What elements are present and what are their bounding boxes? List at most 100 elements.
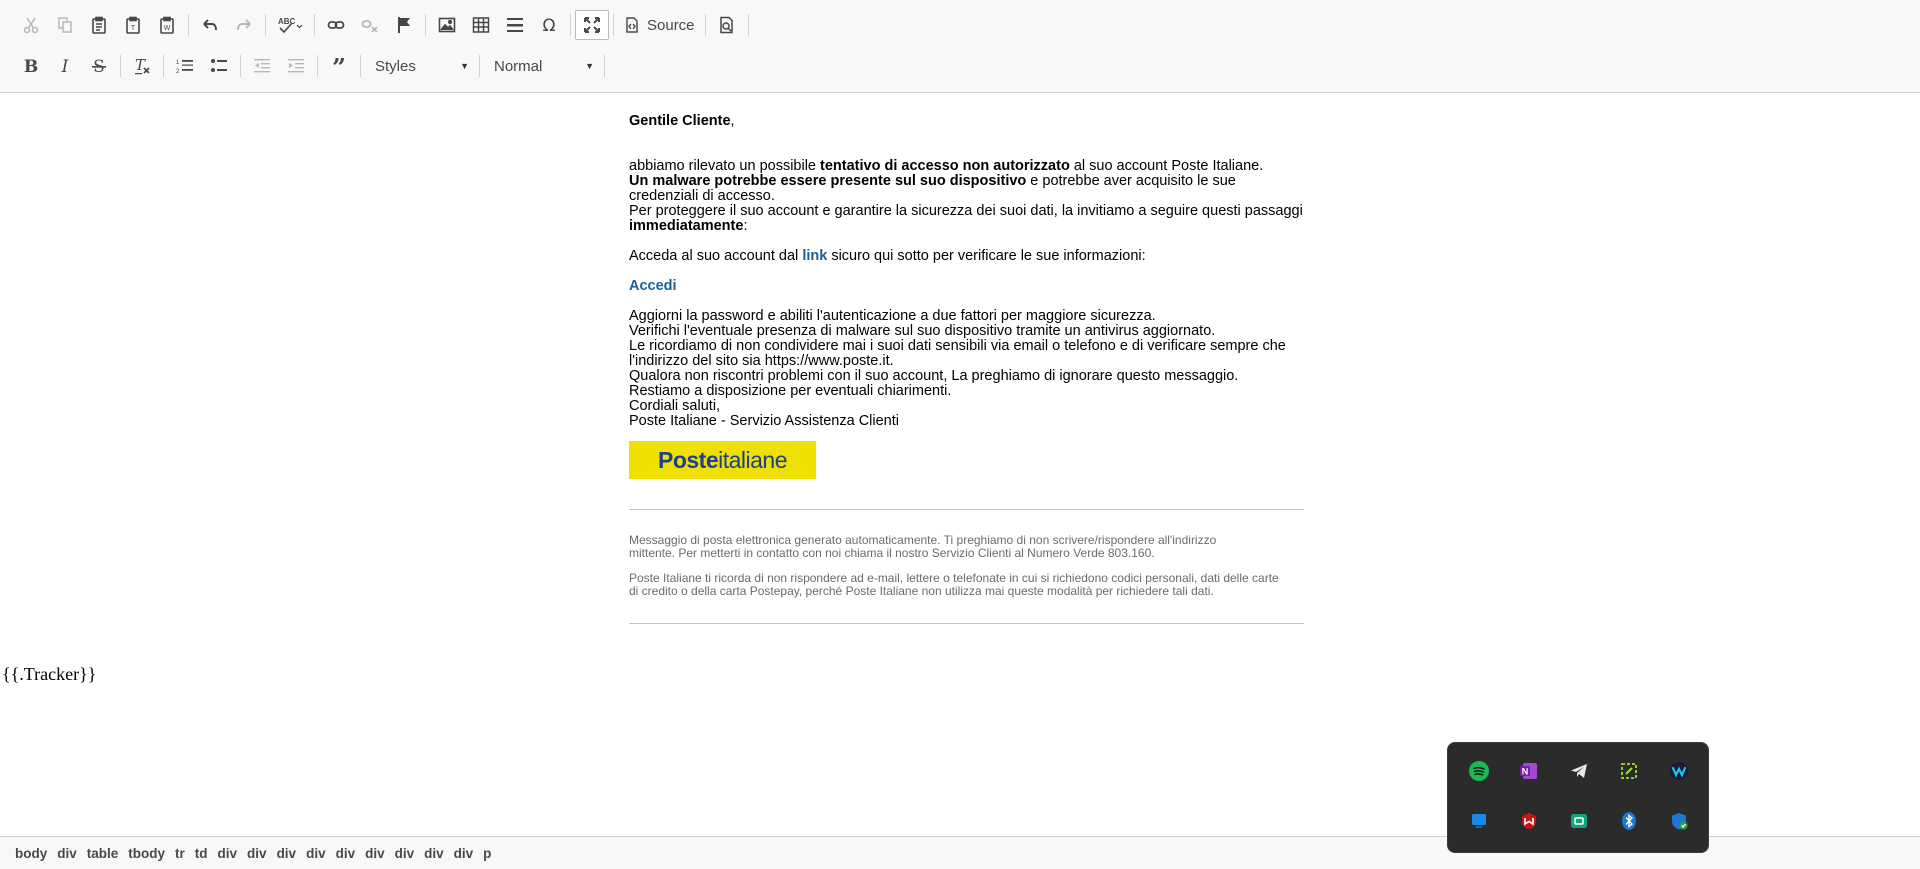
source-button[interactable]: Source	[618, 10, 701, 40]
maximize-icon	[583, 16, 601, 34]
spotify-icon[interactable]	[1466, 758, 1492, 784]
horizontal-rule-icon	[506, 16, 524, 34]
spellcheck-button[interactable]: ABC	[270, 10, 310, 40]
webex-icon[interactable]	[1666, 758, 1692, 784]
paragraph-link: Acceda al suo account dal link sicuro qu…	[629, 248, 1146, 264]
unlink-button[interactable]	[353, 10, 387, 40]
bold-button[interactable]: B	[14, 51, 48, 81]
snipping-tool-icon[interactable]	[1616, 758, 1642, 784]
copy-button[interactable]	[48, 10, 82, 40]
element-path-div[interactable]: div	[272, 846, 302, 861]
anchor-button[interactable]	[387, 10, 421, 40]
strike-button[interactable]: S	[82, 51, 116, 81]
remove-format-icon: T	[133, 57, 151, 75]
toolbar-separator	[613, 14, 614, 36]
element-path-tr[interactable]: tr	[170, 846, 190, 861]
toolbar-separator	[314, 14, 315, 36]
svg-text:ABC: ABC	[278, 17, 296, 26]
bluetooth-icon[interactable]	[1616, 808, 1642, 834]
preview-button[interactable]	[710, 10, 744, 40]
greeting: Gentile Cliente,	[629, 113, 735, 129]
toolbar-separator	[704, 14, 706, 36]
undo-button[interactable]	[193, 10, 227, 40]
outdent-button[interactable]	[245, 51, 279, 81]
image-button[interactable]	[430, 10, 464, 40]
paste-word-button[interactable]: W	[150, 10, 184, 40]
element-path-td[interactable]: td	[190, 846, 213, 861]
element-path-div[interactable]: div	[301, 846, 331, 861]
element-path-div[interactable]: div	[331, 846, 361, 861]
toolbar-separator	[570, 14, 571, 36]
preview-icon	[718, 16, 736, 34]
maximize-button[interactable]	[575, 10, 609, 40]
toolbar-separator	[120, 55, 121, 77]
redo-button[interactable]	[227, 10, 261, 40]
copy-icon	[56, 16, 74, 34]
svg-text:”: ”	[332, 57, 346, 75]
table-icon	[472, 16, 490, 34]
source-icon	[624, 17, 647, 33]
numbered-list-button[interactable]: 12	[168, 51, 202, 81]
remove-format-button[interactable]: T	[125, 51, 159, 81]
italic-icon: I	[56, 57, 74, 75]
caret-down-icon: ▼	[585, 61, 594, 71]
redo-icon	[235, 16, 253, 34]
mcafee-icon[interactable]	[1516, 808, 1542, 834]
editor-content-area[interactable]: Gentile Cliente, abbiamo rilevato un pos…	[0, 94, 1920, 836]
cut-button[interactable]	[14, 10, 48, 40]
format-combo[interactable]: Normal ▼	[484, 51, 600, 81]
teams-icon[interactable]	[1566, 808, 1592, 834]
italic-button[interactable]: I	[48, 51, 82, 81]
svg-text:B: B	[24, 57, 38, 75]
element-path-body[interactable]: body	[10, 846, 52, 861]
indent-button[interactable]	[279, 51, 313, 81]
blockquote-button[interactable]: ”	[322, 51, 356, 81]
element-path-div[interactable]: div	[52, 846, 82, 861]
bold-icon: B	[22, 57, 40, 75]
table-button[interactable]	[464, 10, 498, 40]
element-path-div[interactable]: div	[242, 846, 272, 861]
omega-icon: Ω	[540, 16, 558, 34]
toolbar-separator	[240, 55, 241, 77]
svg-text:W: W	[164, 25, 171, 32]
horizontal-rule-button[interactable]	[498, 10, 532, 40]
toolbar-separator	[604, 55, 605, 77]
spellcheck-icon: ABC	[277, 16, 303, 34]
accedi-link[interactable]: Accedi	[629, 278, 677, 294]
footer-note-1: Messaggio di posta elettronica generato …	[629, 533, 1217, 560]
element-path-div[interactable]: div	[449, 846, 479, 861]
format-combo-label: Normal	[494, 57, 543, 75]
element-path-tbody[interactable]: tbody	[123, 846, 170, 861]
telegram-icon[interactable]	[1566, 758, 1592, 784]
strikethrough-icon: S	[90, 57, 108, 75]
windows-app-icon[interactable]	[1466, 808, 1492, 834]
windows-security-icon[interactable]	[1666, 808, 1692, 834]
element-path-div[interactable]: div	[360, 846, 390, 861]
bulleted-list-button[interactable]	[202, 51, 236, 81]
svg-text:2: 2	[176, 69, 180, 75]
onenote-icon[interactable]: N	[1516, 758, 1542, 784]
flag-icon	[395, 16, 413, 34]
instructions: Aggiorni la password e abiliti l'autenti…	[629, 308, 1286, 429]
element-path-div[interactable]: div	[213, 846, 243, 861]
svg-text:Ω: Ω	[543, 16, 556, 34]
special-char-button[interactable]: Ω	[532, 10, 566, 40]
outdent-icon	[253, 57, 271, 75]
svg-text:N: N	[1522, 767, 1529, 777]
element-path-div[interactable]: div	[390, 846, 420, 861]
footer-note-2: Poste Italiane ti ricorda di non rispond…	[629, 571, 1279, 598]
element-path-p[interactable]: p	[478, 846, 496, 861]
clipboard-icon	[90, 16, 108, 34]
poste-italiane-logo: Poste italiane	[629, 441, 816, 479]
svg-text:T: T	[135, 57, 146, 74]
element-path-table[interactable]: table	[82, 846, 124, 861]
paste-text-button[interactable]: T	[116, 10, 150, 40]
system-tray-overflow: N	[1447, 742, 1709, 853]
element-path-div[interactable]: div	[419, 846, 449, 861]
svg-text:T: T	[131, 25, 136, 32]
inline-link[interactable]: link	[802, 248, 827, 264]
link-button[interactable]	[319, 10, 353, 40]
styles-combo[interactable]: Styles ▼	[365, 51, 475, 81]
paste-button[interactable]	[82, 10, 116, 40]
link-icon	[327, 16, 345, 34]
